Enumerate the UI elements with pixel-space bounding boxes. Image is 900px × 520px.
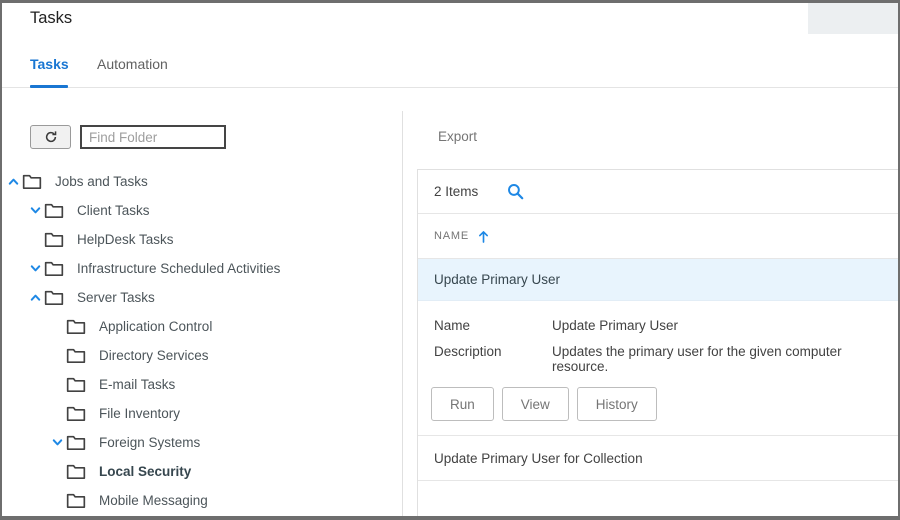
- task-detail-panel: Name Update Primary User Description Upd…: [418, 301, 898, 436]
- tree-item-label: Infrastructure Scheduled Activities: [77, 261, 281, 276]
- folder-icon: [66, 434, 86, 451]
- view-button[interactable]: View: [501, 387, 569, 421]
- page-title: Tasks: [30, 9, 73, 27]
- chevron-up-icon[interactable]: [5, 174, 22, 189]
- panel-divider: [402, 111, 403, 516]
- export-button[interactable]: Export: [438, 129, 477, 144]
- tab-tasks[interactable]: Tasks: [30, 56, 69, 72]
- task-list-panel: 2 Items NAME Update Primary User Name Up…: [417, 169, 898, 516]
- description-label: Description: [434, 344, 502, 359]
- tree-item-helpdesk-tasks[interactable]: HelpDesk Tasks: [2, 225, 402, 254]
- tree-item-label: Server Tasks: [77, 290, 155, 305]
- tree-item-label: Mobile Messaging: [99, 493, 208, 508]
- folder-icon: [44, 231, 64, 248]
- refresh-icon: [44, 130, 58, 144]
- folder-icon: [66, 347, 86, 364]
- tree-item-file-inventory[interactable]: File Inventory: [2, 399, 402, 428]
- folder-icon: [66, 376, 86, 393]
- tree-item-label: Foreign Systems: [99, 435, 201, 450]
- chevron-down-icon[interactable]: [49, 435, 66, 450]
- chevron-down-icon[interactable]: [27, 203, 44, 218]
- tree-item-label: File Inventory: [99, 406, 181, 421]
- tree-item-application-control[interactable]: Application Control: [2, 312, 402, 341]
- tree-item-infrastructure-scheduled-activities[interactable]: Infrastructure Scheduled Activities: [2, 254, 402, 283]
- tree-item-mobile-messaging[interactable]: Mobile Messaging: [2, 486, 402, 515]
- items-count: 2 Items: [434, 184, 479, 199]
- folder-icon: [22, 173, 42, 190]
- tree-item-foreign-systems[interactable]: Foreign Systems: [2, 428, 402, 457]
- sort-ascending-icon: [478, 230, 489, 243]
- active-tab-underline: [30, 85, 68, 88]
- tab-automation[interactable]: Automation: [97, 56, 168, 72]
- tree-item-label: Client Tasks: [77, 203, 150, 218]
- top-right-panel-fragment: [808, 3, 898, 34]
- tree-item-label: Directory Services: [99, 348, 209, 363]
- tree-item-label: Local Security: [99, 464, 192, 479]
- folder-icon: [66, 318, 86, 335]
- folder-icon: [44, 289, 64, 306]
- tree-item-label: Jobs and Tasks: [55, 174, 148, 189]
- tree-item-directory-services[interactable]: Directory Services: [2, 341, 402, 370]
- column-header-name[interactable]: NAME: [418, 214, 898, 259]
- refresh-folders-button[interactable]: [30, 125, 71, 149]
- task-row[interactable]: Update Primary User for Collection: [418, 436, 898, 481]
- tabbar-divider: [2, 87, 898, 88]
- run-button[interactable]: Run: [431, 387, 494, 421]
- tree-item-e-mail-tasks[interactable]: E-mail Tasks: [2, 370, 402, 399]
- folder-tree: Jobs and Tasks Client Tasks HelpDesk Tasks…: [2, 167, 402, 515]
- tree-item-client-tasks[interactable]: Client Tasks: [2, 196, 402, 225]
- folder-icon: [66, 492, 86, 509]
- folder-icon: [44, 202, 64, 219]
- detail-description-row: Description Updates the primary user for…: [434, 344, 882, 374]
- search-icon[interactable]: [506, 182, 525, 201]
- tree-item-label: E-mail Tasks: [99, 377, 176, 392]
- name-value: Update Primary User: [552, 318, 679, 333]
- folder-icon: [44, 260, 64, 277]
- chevron-up-icon[interactable]: [27, 290, 44, 305]
- detail-name-row: Name Update Primary User: [434, 318, 882, 333]
- tree-item-label: HelpDesk Tasks: [77, 232, 174, 247]
- detail-buttons: Run View History: [431, 387, 882, 421]
- list-toolbar: 2 Items: [418, 170, 898, 214]
- tree-item-label: Application Control: [99, 319, 213, 334]
- chevron-down-icon[interactable]: [27, 261, 44, 276]
- history-button[interactable]: History: [576, 387, 657, 421]
- tasks-window: Tasks Tasks Automation Jobs and Tasks Cli…: [0, 0, 900, 520]
- tree-item-jobs-and-tasks[interactable]: Jobs and Tasks: [2, 167, 402, 196]
- description-value: Updates the primary user for the given c…: [552, 344, 842, 374]
- tree-item-local-security[interactable]: Local Security: [2, 457, 402, 486]
- tree-item-server-tasks[interactable]: Server Tasks: [2, 283, 402, 312]
- folder-icon: [66, 405, 86, 422]
- folder-icon: [66, 463, 86, 480]
- find-folder-input[interactable]: [80, 125, 226, 149]
- task-row-selected[interactable]: Update Primary User: [418, 259, 898, 301]
- name-label: Name: [434, 318, 471, 333]
